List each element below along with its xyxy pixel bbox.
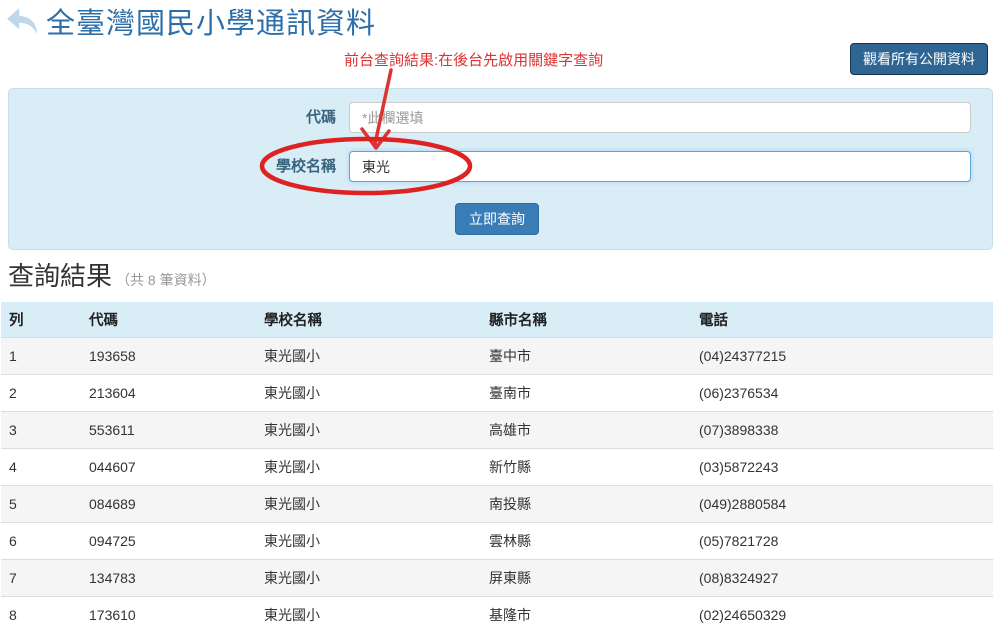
results-table: 列 代碼 學校名稱 縣市名稱 電話 1 193658 東光國小 臺中市 (04)…: [1, 302, 993, 633]
cell-row-no: 1: [1, 338, 81, 375]
column-header-code: 代碼: [81, 302, 256, 338]
search-panel: 代碼 學校名稱 立即查詢: [8, 88, 993, 250]
cell-code: 094725: [81, 523, 256, 560]
cell-school: 東光國小: [256, 486, 481, 523]
cell-school: 東光國小: [256, 338, 481, 375]
cell-phone: (04)24377215: [691, 338, 993, 375]
back-arrow-icon[interactable]: [4, 6, 41, 37]
school-name-input[interactable]: [349, 151, 971, 182]
column-header-row: 列: [1, 302, 81, 338]
code-input[interactable]: [349, 102, 971, 133]
cell-phone: (049)2880584: [691, 486, 993, 523]
cell-phone: (06)2376534: [691, 375, 993, 412]
search-now-button[interactable]: 立即查詢: [455, 203, 539, 235]
cell-row-no: 6: [1, 523, 81, 560]
cell-county: 雲林縣: [481, 523, 691, 560]
cell-code: 084689: [81, 486, 256, 523]
cell-row-no: 5: [1, 486, 81, 523]
results-table-header: 列 代碼 學校名稱 縣市名稱 電話: [1, 302, 993, 338]
cell-row-no: 3: [1, 412, 81, 449]
cell-phone: (05)7821728: [691, 523, 993, 560]
page-title: 全臺灣國民小學通訊資料: [46, 0, 376, 42]
cell-code: 213604: [81, 375, 256, 412]
cell-school: 東光國小: [256, 597, 481, 633]
table-row: 4 044607 東光國小 新竹縣 (03)5872243: [1, 449, 993, 486]
cell-county: 新竹縣: [481, 449, 691, 486]
cell-school: 東光國小: [256, 523, 481, 560]
cell-school: 東光國小: [256, 412, 481, 449]
cell-phone: (03)5872243: [691, 449, 993, 486]
table-row: 1 193658 東光國小 臺中市 (04)24377215: [1, 338, 993, 375]
cell-row-no: 2: [1, 375, 81, 412]
cell-county: 基隆市: [481, 597, 691, 633]
cell-code: 044607: [81, 449, 256, 486]
column-header-school: 學校名稱: [256, 302, 481, 338]
cell-code: 173610: [81, 597, 256, 633]
code-label: 代碼: [9, 102, 336, 133]
cell-school: 東光國小: [256, 375, 481, 412]
cell-row-no: 8: [1, 597, 81, 633]
cell-code: 193658: [81, 338, 256, 375]
cell-county: 臺中市: [481, 338, 691, 375]
annotation-note: 前台查詢結果:在後台先啟用關鍵字查詢: [344, 49, 603, 70]
column-header-phone: 電話: [691, 302, 993, 338]
table-row: 2 213604 東光國小 臺南市 (06)2376534: [1, 375, 993, 412]
cell-county: 臺南市: [481, 375, 691, 412]
column-header-county: 縣市名稱: [481, 302, 691, 338]
table-row: 8 173610 東光國小 基隆市 (02)24650329: [1, 597, 993, 633]
cell-school: 東光國小: [256, 449, 481, 486]
back-arrow-glyph: [7, 8, 37, 34]
view-all-public-data-button[interactable]: 觀看所有公開資料: [850, 43, 988, 75]
cell-code: 553611: [81, 412, 256, 449]
table-row: 6 094725 東光國小 雲林縣 (05)7821728: [1, 523, 993, 560]
results-title-text: 查詢結果: [8, 261, 112, 291]
table-row: 3 553611 東光國小 高雄市 (07)3898338: [1, 412, 993, 449]
results-count: （共 8 筆資料）: [116, 272, 216, 288]
cell-phone: (02)24650329: [691, 597, 993, 633]
cell-phone: (07)3898338: [691, 412, 993, 449]
cell-county: 高雄市: [481, 412, 691, 449]
cell-county: 南投縣: [481, 486, 691, 523]
school-name-label: 學校名稱: [9, 151, 336, 182]
cell-row-no: 4: [1, 449, 81, 486]
results-title: 查詢結果（共 8 筆資料）: [8, 256, 216, 293]
table-row: 5 084689 東光國小 南投縣 (049)2880584: [1, 486, 993, 523]
